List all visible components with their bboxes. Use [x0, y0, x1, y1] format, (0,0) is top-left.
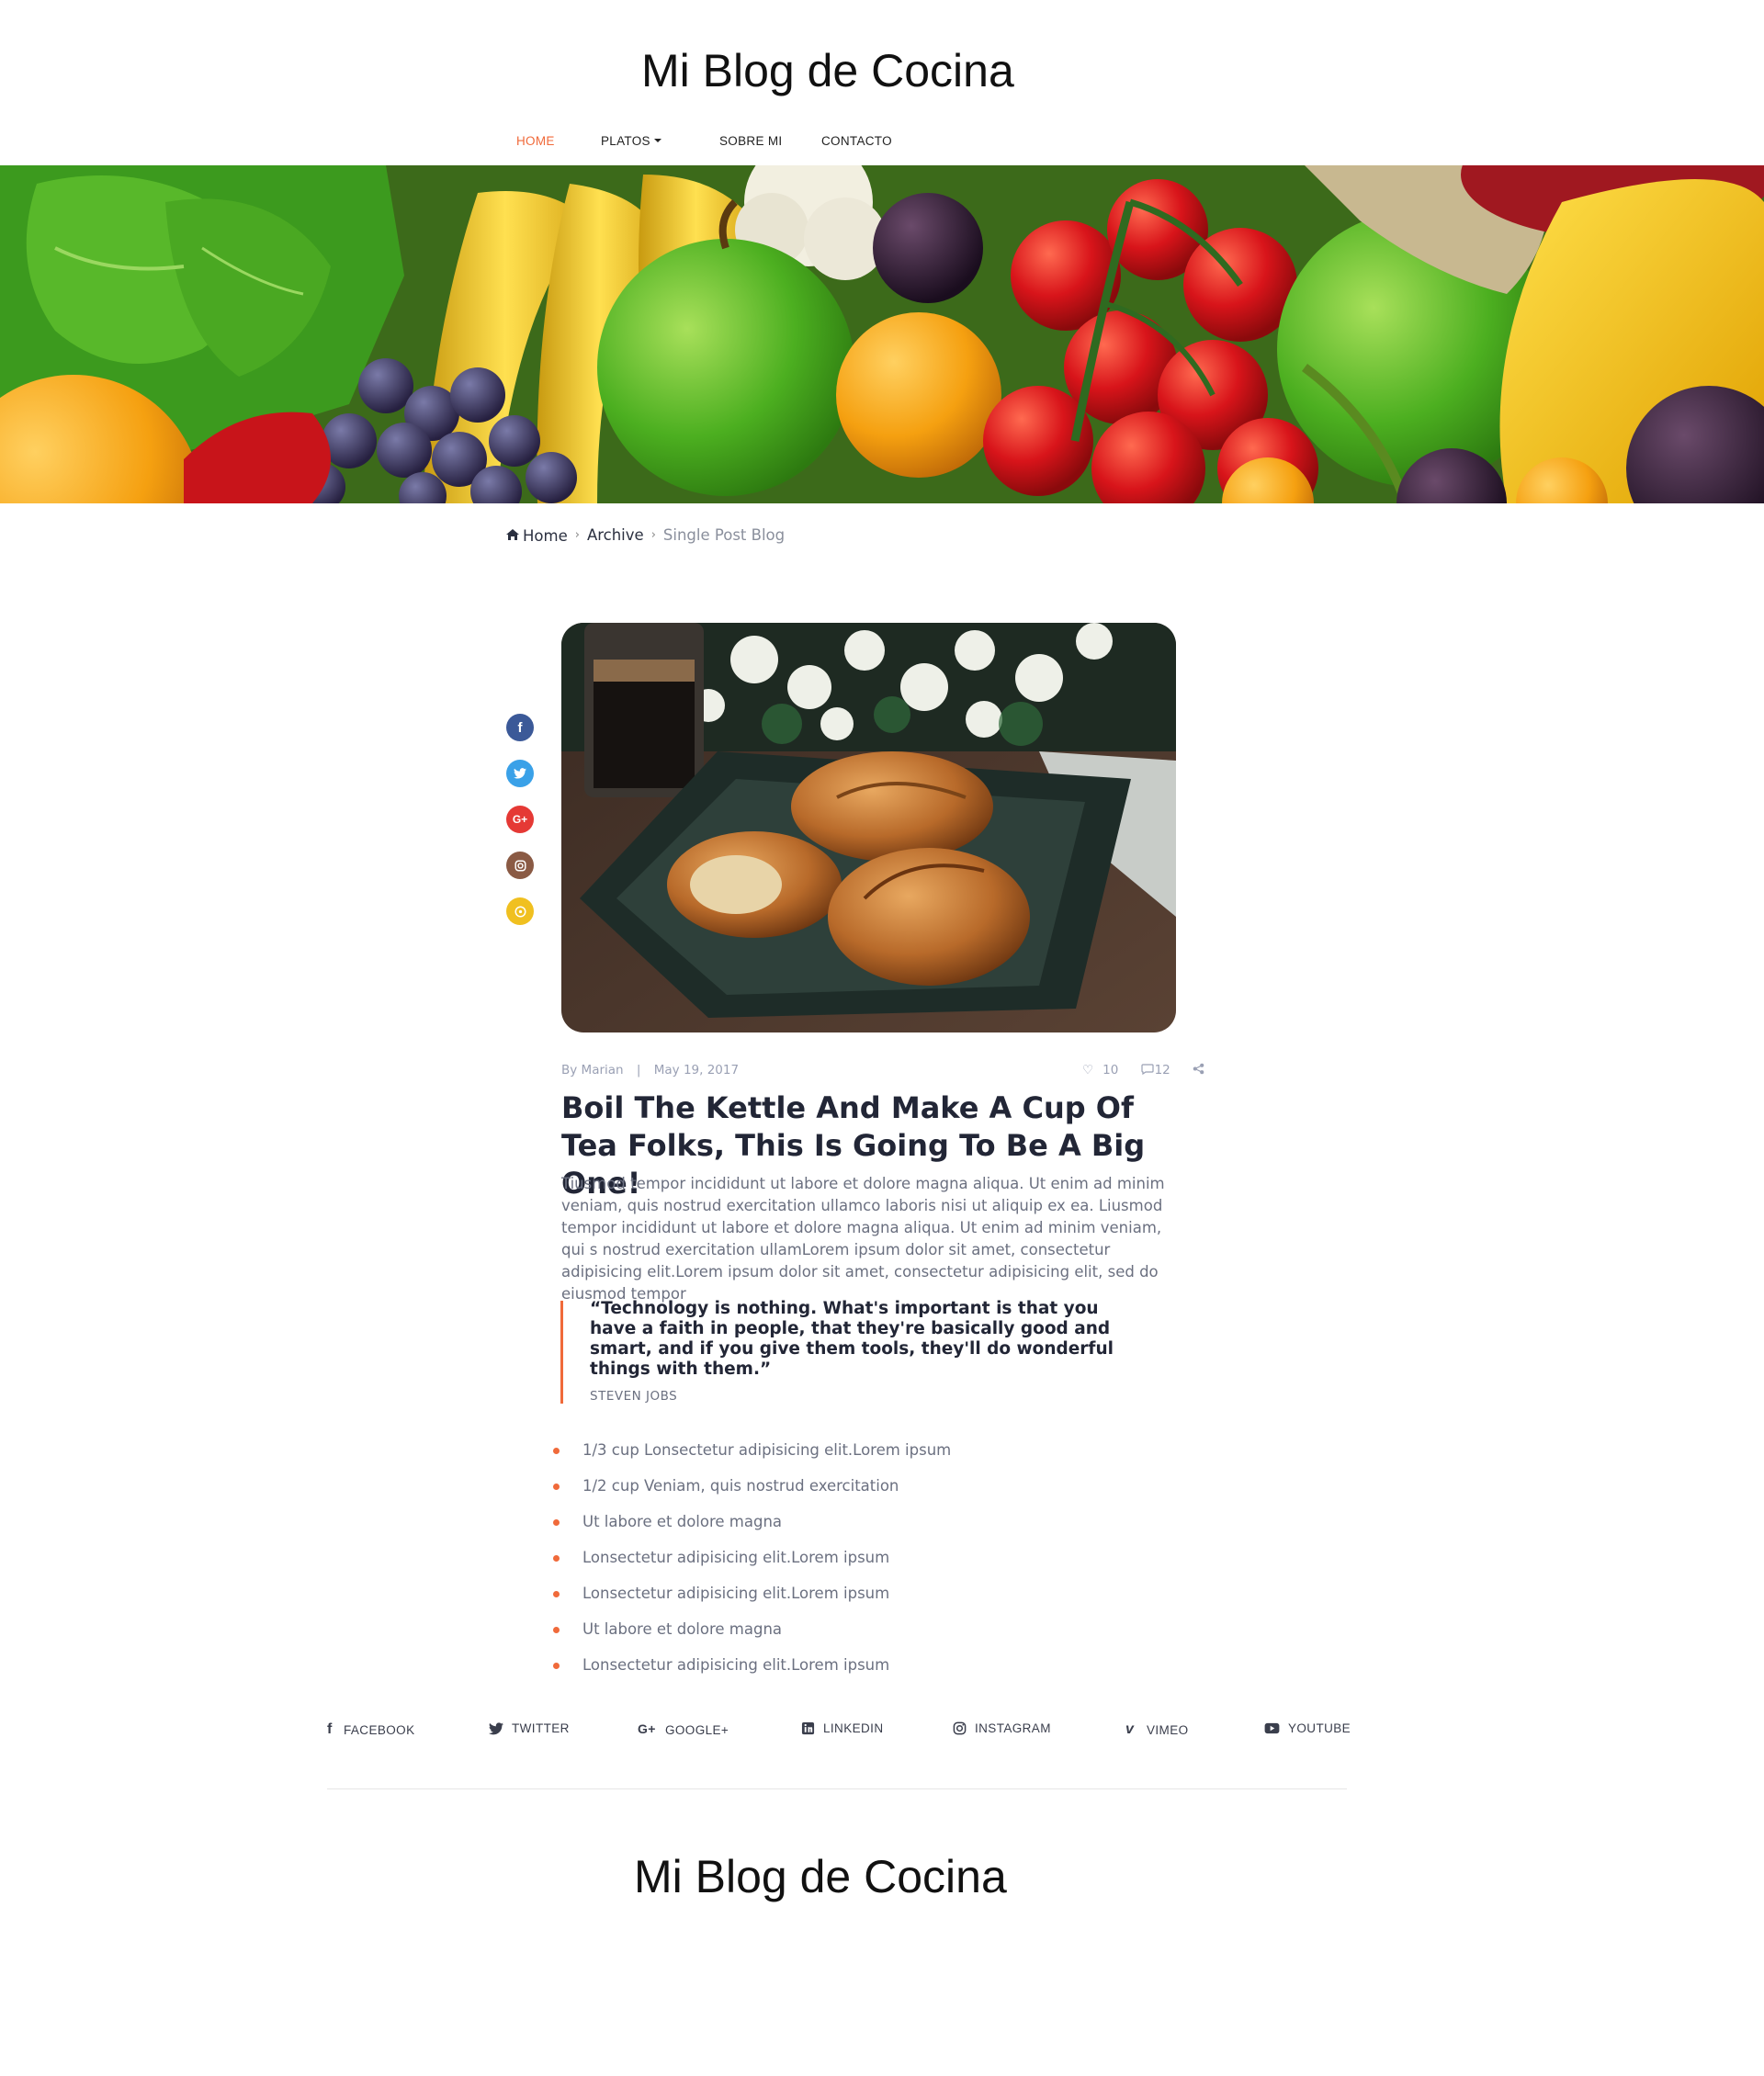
footer-twitter-label: TWITTER — [512, 1721, 570, 1735]
footer-youtube-label: YOUTUBE — [1288, 1721, 1351, 1735]
facebook-icon: f — [327, 1721, 333, 1737]
list-item: 1/3 cup Lonsectetur adipisicing elit.Lor… — [553, 1437, 951, 1472]
site-title[interactable]: Mi Blog de Cocina — [641, 44, 1014, 97]
footer-linkedin-link[interactable]: LINKEDIN — [801, 1721, 883, 1735]
google-plus-icon: G+ — [512, 813, 528, 826]
nav-item-contacto[interactable]: CONTACTO — [821, 134, 892, 148]
footer-vimeo-link[interactable]: v VIMEO — [1125, 1721, 1189, 1738]
twitter-icon — [489, 1721, 503, 1734]
home-icon — [506, 528, 519, 540]
nav-item-platos-label: PLATOS — [601, 134, 650, 148]
list-item: Ut labore et dolore magna — [553, 1508, 951, 1544]
footer-google-plus-label: GOOGLE+ — [665, 1722, 729, 1737]
list-item: Lonsectetur adipisicing elit.Lorem ipsum — [553, 1652, 951, 1687]
like-button[interactable]: ♡ 10 — [1082, 1063, 1127, 1077]
breadcrumb: Home › Archive › Single Post Blog — [505, 525, 785, 545]
breadcrumb-archive[interactable]: Archive — [587, 526, 644, 544]
share-facebook-button[interactable]: f — [506, 714, 534, 741]
chevron-down-icon — [653, 139, 662, 142]
share-button[interactable] — [1193, 1063, 1204, 1077]
list-item: Lonsectetur adipisicing elit.Lorem ipsum — [553, 1580, 951, 1616]
twitter-icon — [514, 768, 526, 779]
quote-accent-bar — [560, 1301, 563, 1404]
post-meta: By Marian | May 19, 2017 — [561, 1063, 739, 1077]
footer-instagram-link[interactable]: INSTAGRAM — [953, 1721, 1051, 1735]
instagram-icon — [953, 1721, 967, 1735]
share-google-plus-button[interactable]: G+ — [506, 806, 534, 833]
share-pinterest-button[interactable] — [506, 897, 534, 925]
footer-linkedin-label: LINKEDIN — [823, 1721, 884, 1735]
youtube-icon — [1264, 1722, 1280, 1734]
list-item: 1/2 cup Veniam, quis nostrud exercitatio… — [553, 1472, 951, 1508]
vimeo-icon: v — [1125, 1721, 1135, 1737]
ingredients-list: 1/3 cup Lonsectetur adipisicing elit.Lor… — [553, 1437, 951, 1687]
facebook-icon: f — [517, 719, 523, 736]
post-featured-image — [561, 623, 1176, 1032]
post-body: Tiusmod tempor incididunt ut labore et d… — [561, 1175, 1165, 1303]
breadcrumb-home-label: Home — [523, 526, 568, 545]
pinterest-icon — [514, 905, 526, 918]
nav-item-home[interactable]: HOME — [516, 134, 555, 148]
footer-twitter-link[interactable]: TWITTER — [489, 1721, 570, 1735]
chevron-right-icon: › — [574, 528, 580, 542]
footer-vimeo-label: VIMEO — [1147, 1722, 1189, 1737]
list-item: Ut labore et dolore magna — [553, 1616, 951, 1652]
breadcrumb-home[interactable]: Home — [505, 526, 568, 545]
blockquote-text: “Technology is nothing. What's important… — [590, 1299, 1114, 1379]
comments-button[interactable]: 12 — [1140, 1063, 1180, 1077]
meta-separator: | — [636, 1063, 641, 1077]
share-icon — [1193, 1063, 1204, 1075]
nav-item-sobre-mi[interactable]: SOBRE MI — [719, 134, 782, 148]
instagram-icon — [514, 859, 526, 872]
footer-google-plus-link[interactable]: G+ GOOGLE+ — [638, 1721, 729, 1738]
linkedin-icon — [801, 1721, 815, 1735]
chevron-right-icon: › — [650, 528, 656, 542]
footer-facebook-link[interactable]: f FACEBOOK — [327, 1721, 414, 1738]
breadcrumb-current: Single Post Blog — [662, 526, 786, 544]
list-item: Lonsectetur adipisicing elit.Lorem ipsum — [553, 1544, 951, 1580]
blockquote-author: STEVEN JOBS — [590, 1389, 678, 1404]
footer-instagram-label: INSTAGRAM — [975, 1721, 1051, 1735]
nav-item-platos[interactable]: PLATOS — [601, 134, 662, 148]
hero-banner-image — [0, 165, 1764, 503]
post-stats: ♡ 10 12 — [1082, 1063, 1214, 1077]
google-plus-icon: G+ — [638, 1721, 656, 1736]
like-count: 10 — [1102, 1063, 1119, 1077]
heart-icon: ♡ — [1082, 1063, 1094, 1077]
footer-divider — [327, 1788, 1347, 1789]
footer-facebook-label: FACEBOOK — [344, 1722, 415, 1737]
post-author[interactable]: By Marian — [561, 1063, 624, 1077]
comment-icon — [1140, 1064, 1154, 1076]
share-instagram-button[interactable] — [506, 852, 534, 879]
post-date: May 19, 2017 — [653, 1063, 740, 1077]
comment-count: 12 — [1154, 1063, 1170, 1077]
footer-youtube-link[interactable]: YOUTUBE — [1264, 1721, 1351, 1735]
footer-site-title[interactable]: Mi Blog de Cocina — [634, 1850, 1007, 1903]
share-twitter-button[interactable] — [506, 760, 534, 787]
